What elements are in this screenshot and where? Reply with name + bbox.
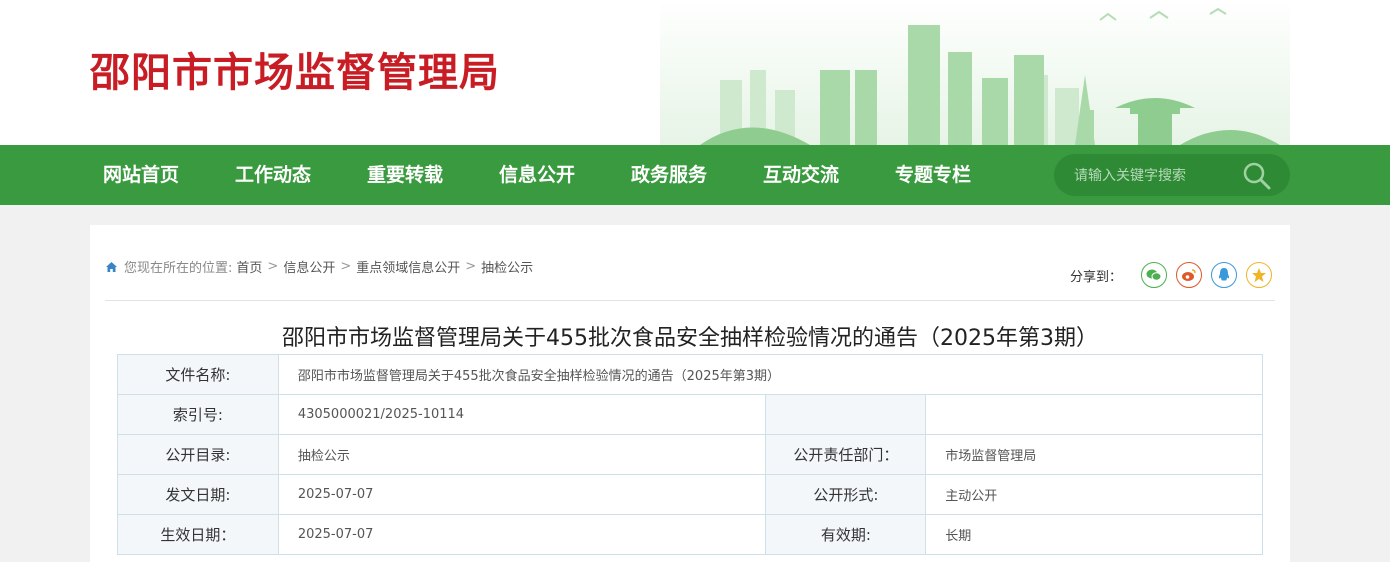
table-row: 文件名称: 邵阳市市场监督管理局关于455批次食品安全抽样检验情况的通告（202… [117,354,1264,395]
home-icon [106,261,117,272]
doc-name-value: 邵阳市市场监督管理局关于455批次食品安全抽样检验情况的通告（2025年第3期） [277,354,1264,395]
site-header: 邵阳市市场监督管理局 [0,0,1390,145]
site-title[interactable]: 邵阳市市场监督管理局 [90,40,500,98]
article-title: 邵阳市市场监督管理局关于455批次食品安全抽样检验情况的通告（2025年第3期） [282,326,1098,351]
empty-value [925,394,1263,435]
weibo-icon[interactable] [1176,262,1202,288]
catalog-label: 公开目录: [117,434,279,475]
index-value: 4305000021/2025-10114 [277,394,767,435]
index-label: 索引号: [117,394,279,435]
document-meta-table: 文件名称: 邵阳市市场监督管理局关于455批次食品安全抽样检验情况的通告（202… [117,354,1264,555]
city-skyline-banner [660,0,1290,145]
breadcrumb-home[interactable]: 首页 [236,257,262,276]
breadcrumb-key-areas[interactable]: 重点领域信息公开 [356,257,460,276]
nav-item-info-disclosure[interactable]: 信息公开 [471,145,603,205]
table-row: 生效日期： 2025-07-07 有效期: 长期 [117,514,1263,555]
empty-label [765,394,927,435]
breadcrumb-separator: > [340,259,352,274]
dept-label: 公开责任部门： [765,434,927,475]
effective-label: 生效日期： [117,514,279,555]
form-label: 公开形式: [765,474,927,515]
divider [105,300,1275,301]
nav-item-work-news[interactable]: 工作动态 [207,145,339,205]
search-icon[interactable] [1242,161,1272,191]
article-panel: 您现在所在的位置: 首页 > 信息公开 > 重点领域信息公开 > 抽检公示 分享… [90,225,1290,562]
nav-item-interaction[interactable]: 互动交流 [735,145,867,205]
date-label: 发文日期: [117,474,279,515]
breadcrumb-prefix: 您现在所在的位置: [124,261,233,276]
search-input[interactable] [1072,164,1246,188]
validity-value: 长期 [925,514,1263,555]
breadcrumb-separator: > [267,259,279,274]
table-row: 公开目录: 抽检公示 公开责任部门： 市场监督管理局 [117,434,1263,475]
nav-item-home[interactable]: 网站首页 [75,145,207,205]
main-nav: 网站首页 工作动态 重要转载 信息公开 政务服务 互动交流 专题专栏 [0,145,1390,205]
date-value: 2025-07-07 [277,474,767,515]
breadcrumb: 您现在所在的位置: 首页 > 信息公开 > 重点领域信息公开 > 抽检公示 [105,257,533,276]
qq-icon[interactable] [1211,262,1237,288]
qzone-star-icon[interactable] [1246,262,1272,288]
share-bar: 分享到： [1070,262,1272,288]
dept-value: 市场监督管理局 [925,434,1263,475]
validity-label: 有效期: [765,514,927,555]
breadcrumb-inspection[interactable]: 抽检公示 [481,257,533,276]
nav-item-special-topics[interactable]: 专题专栏 [867,145,999,205]
effective-value: 2025-07-07 [277,514,767,555]
nav-item-reprints[interactable]: 重要转载 [339,145,471,205]
breadcrumb-info-disclosure[interactable]: 信息公开 [283,257,335,276]
wechat-icon[interactable] [1141,262,1167,288]
catalog-value: 抽检公示 [277,434,767,475]
doc-name-label: 文件名称: [117,354,279,395]
form-value: 主动公开 [925,474,1263,515]
table-row: 索引号: 4305000021/2025-10114 [117,394,1263,435]
share-label: 分享到： [1069,269,1122,285]
breadcrumb-separator: > [465,259,477,274]
nav-item-gov-services[interactable]: 政务服务 [603,145,735,205]
table-row: 发文日期: 2025-07-07 公开形式: 主动公开 [117,474,1263,515]
